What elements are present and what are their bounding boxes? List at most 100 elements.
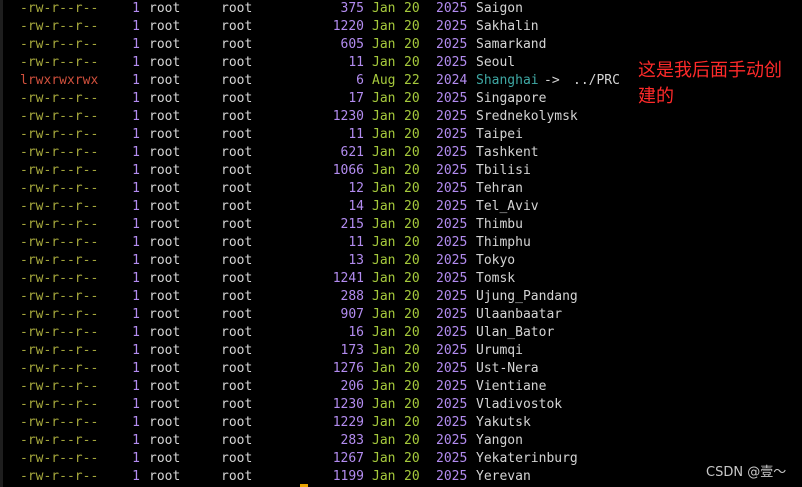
file-name: Seoul bbox=[476, 55, 516, 70]
permissions: -rw-r--r-- bbox=[20, 235, 99, 250]
file-size: 1066 bbox=[332, 163, 364, 178]
permissions: -rw-r--r-- bbox=[20, 127, 99, 142]
month: Jan bbox=[372, 163, 396, 178]
file-name: Vladivostok bbox=[476, 397, 563, 412]
terminal-window[interactable]: -rw-r--r-- 1 root root 375 Jan 20 2025 Saigon -rw… bbox=[0, 0, 802, 487]
year: 2025 bbox=[436, 307, 468, 322]
day: 20 bbox=[404, 109, 420, 124]
file-name: Tashkent bbox=[476, 145, 539, 160]
group: root bbox=[221, 253, 253, 268]
owner: root bbox=[149, 379, 181, 394]
list-item: -rw-r--r-- 1 root root 1066 Jan 20 2025 Tbilisi bbox=[0, 162, 630, 180]
symlink-arrow: -> bbox=[544, 73, 560, 88]
link-count: 1 bbox=[132, 37, 140, 52]
year: 2025 bbox=[436, 343, 468, 358]
day: 20 bbox=[404, 343, 420, 358]
month: Jan bbox=[372, 451, 396, 466]
year: 2025 bbox=[436, 379, 468, 394]
day: 20 bbox=[404, 361, 420, 376]
year: 2025 bbox=[436, 217, 468, 232]
group: root bbox=[221, 271, 253, 286]
permissions: -rw-r--r-- bbox=[20, 19, 99, 34]
file-name: Yangon bbox=[476, 433, 523, 448]
list-item: lrwxrwxrwx 1 root root 6 Aug 22 2024 Shanghai ->.… bbox=[0, 72, 630, 90]
file-size: 1230 bbox=[332, 397, 364, 412]
link-count: 1 bbox=[132, 271, 140, 286]
group: root bbox=[221, 361, 253, 376]
day: 20 bbox=[404, 433, 420, 448]
owner: root bbox=[149, 73, 181, 88]
day: 20 bbox=[404, 325, 420, 340]
month: Jan bbox=[372, 127, 396, 142]
link-count: 1 bbox=[132, 289, 140, 304]
year: 2025 bbox=[436, 163, 468, 178]
list-item: -rw-r--r-- 1 root root 1267 Jan 20 2025 Yekateri… bbox=[0, 450, 630, 468]
day: 20 bbox=[404, 37, 420, 52]
year: 2025 bbox=[436, 469, 468, 484]
link-count: 1 bbox=[132, 181, 140, 196]
list-item: -rw-r--r-- 1 root root 13 Jan 20 2025 Tokyo bbox=[0, 252, 630, 270]
permissions: -rw-r--r-- bbox=[20, 433, 99, 448]
owner: root bbox=[149, 217, 181, 232]
link-count: 1 bbox=[132, 433, 140, 448]
day: 20 bbox=[404, 235, 420, 250]
link-count: 1 bbox=[132, 415, 140, 430]
list-item: -rw-r--r-- 1 root root 1230 Jan 20 2025 Sredneko… bbox=[0, 108, 630, 126]
year: 2025 bbox=[436, 109, 468, 124]
day: 20 bbox=[404, 55, 420, 70]
list-item: -rw-r--r-- 1 root root 14 Jan 20 2025 Tel_Aviv bbox=[0, 198, 630, 216]
day: 20 bbox=[404, 163, 420, 178]
month: Jan bbox=[372, 37, 396, 52]
group: root bbox=[221, 109, 253, 124]
permissions: -rw-r--r-- bbox=[20, 181, 99, 196]
year: 2025 bbox=[436, 361, 468, 376]
month: Jan bbox=[372, 325, 396, 340]
file-name: Yerevan bbox=[476, 469, 531, 484]
file-name: Thimphu bbox=[476, 235, 531, 250]
owner: root bbox=[149, 415, 181, 430]
group: root bbox=[221, 307, 253, 322]
list-item: -rw-r--r-- 1 root root 11 Jan 20 2025 Thimphu bbox=[0, 234, 630, 252]
link-count: 1 bbox=[132, 469, 140, 484]
link-count: 1 bbox=[132, 253, 140, 268]
list-item: -rw-r--r-- 1 root root 907 Jan 20 2025 Ulaanbaat… bbox=[0, 306, 630, 324]
year: 2025 bbox=[436, 1, 468, 16]
month: Jan bbox=[372, 289, 396, 304]
file-size: 14 bbox=[348, 199, 364, 214]
owner: root bbox=[149, 397, 181, 412]
month: Jan bbox=[372, 181, 396, 196]
permissions: -rw-r--r-- bbox=[20, 451, 99, 466]
file-size: 16 bbox=[348, 325, 364, 340]
owner: root bbox=[149, 91, 181, 106]
link-count: 1 bbox=[132, 325, 140, 340]
link-count: 1 bbox=[132, 127, 140, 142]
link-count: 1 bbox=[132, 73, 140, 88]
link-count: 1 bbox=[132, 217, 140, 232]
owner: root bbox=[149, 109, 181, 124]
month: Jan bbox=[372, 397, 396, 412]
month: Jan bbox=[372, 361, 396, 376]
file-size: 621 bbox=[340, 145, 364, 160]
file-name: Vientiane bbox=[476, 379, 547, 394]
file-name: Shanghai bbox=[476, 73, 539, 88]
day: 20 bbox=[404, 145, 420, 160]
year: 2025 bbox=[436, 433, 468, 448]
owner: root bbox=[149, 307, 181, 322]
file-name: Saigon bbox=[476, 1, 523, 16]
file-name: Thimbu bbox=[476, 217, 523, 232]
month: Jan bbox=[372, 469, 396, 484]
file-size: 6 bbox=[356, 73, 364, 88]
file-size: 907 bbox=[340, 307, 364, 322]
file-size: 1276 bbox=[332, 361, 364, 376]
file-size: 1199 bbox=[332, 469, 364, 484]
month: Jan bbox=[372, 19, 396, 34]
link-count: 1 bbox=[132, 1, 140, 16]
group: root bbox=[221, 37, 253, 52]
list-item: -rw-r--r-- 1 root root 206 Jan 20 2025 Vientiane bbox=[0, 378, 630, 396]
year: 2025 bbox=[436, 397, 468, 412]
list-item: -rw-r--r-- 1 root root 1241 Jan 20 2025 Tomsk bbox=[0, 270, 630, 288]
list-item: -rw-r--r-- 1 root root 17 Jan 20 2025 Singapore bbox=[0, 90, 630, 108]
permissions: -rw-r--r-- bbox=[20, 37, 99, 52]
month: Jan bbox=[372, 271, 396, 286]
group: root bbox=[221, 451, 253, 466]
